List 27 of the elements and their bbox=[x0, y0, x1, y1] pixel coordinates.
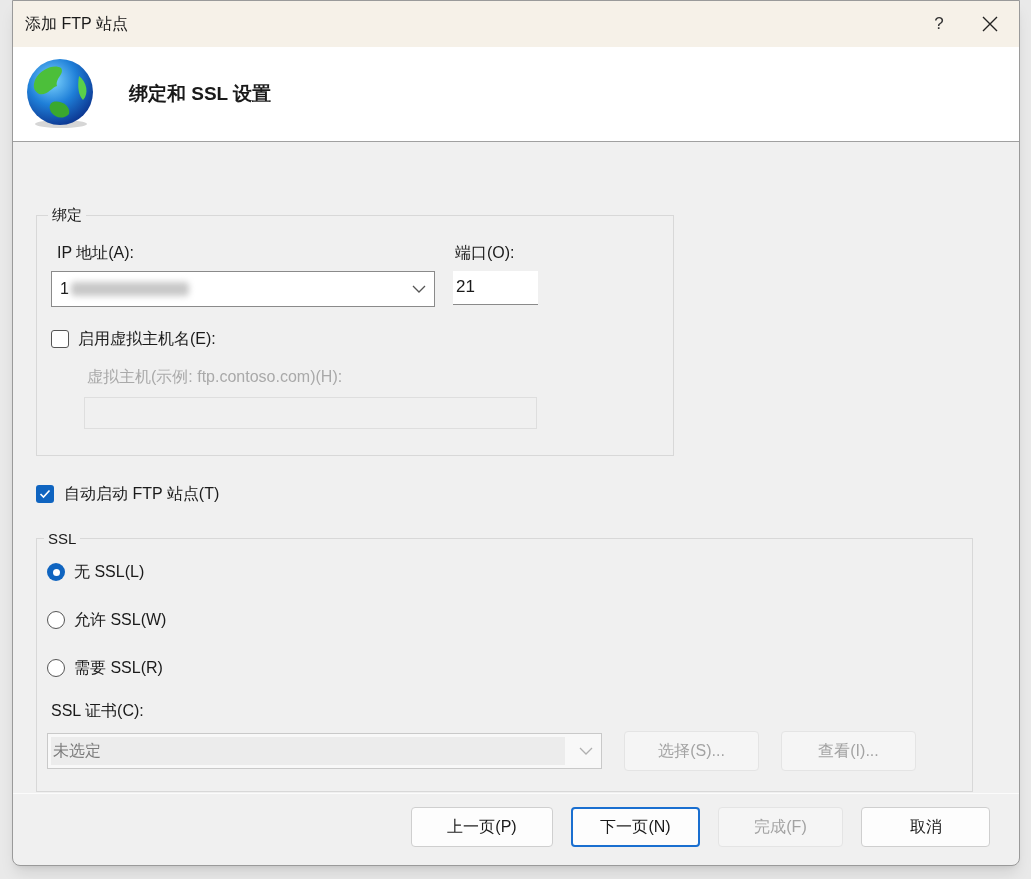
field-label: 虚拟主机(示例: ftp.contoso.com)(H): bbox=[87, 366, 344, 387]
help-button[interactable]: ? bbox=[917, 1, 961, 47]
field-label: SSL 证书(C): bbox=[51, 701, 144, 721]
radio-label: 无 SSL(L) bbox=[74, 562, 145, 582]
checkmark-icon bbox=[39, 488, 51, 499]
checkbox[interactable] bbox=[36, 484, 54, 503]
port-field[interactable]: 21 bbox=[453, 270, 538, 305]
group-label: SSL bbox=[47, 528, 78, 549]
checkbox-label: 自动启动 FTP 站点(T) bbox=[64, 483, 220, 504]
group-label: 绑定 bbox=[51, 205, 83, 225]
field-label: IP 地址(A): bbox=[57, 242, 136, 263]
radio-button[interactable] bbox=[47, 659, 65, 677]
radio-button[interactable] bbox=[47, 611, 65, 629]
dialog-button[interactable]: 下一页(N) bbox=[571, 807, 700, 847]
radio-label: 需要 SSL(R) bbox=[74, 658, 163, 678]
window-title: 添加 FTP 站点 bbox=[25, 14, 129, 34]
dialog-button[interactable]: 取消 bbox=[861, 807, 990, 847]
checkbox-label: 启用虚拟主机名(E): bbox=[78, 328, 216, 349]
globe-icon bbox=[25, 58, 95, 130]
ip-address-dropdown[interactable]: 1 bbox=[51, 270, 435, 307]
field-label: 端口(O): bbox=[455, 242, 516, 263]
close-icon bbox=[982, 16, 998, 32]
checkbox[interactable] bbox=[51, 329, 69, 348]
page-heading: 绑定和 SSL 设置 bbox=[129, 81, 272, 106]
radio-label: 允许 SSL(W) bbox=[74, 610, 167, 630]
dialog-button[interactable]: 上一页(P) bbox=[411, 807, 553, 847]
radio-button[interactable] bbox=[47, 563, 65, 581]
